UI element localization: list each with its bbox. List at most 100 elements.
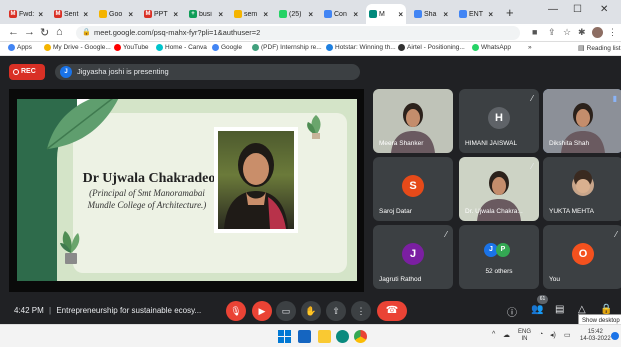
speaker-subtitle: (Principal of Smt Manoramabai Mundle Col… — [77, 188, 217, 211]
bookmark-label: Apps — [17, 44, 32, 51]
presentation-stage[interactable]: Dr Ujwala Chakradeo (Principal of Smt Ma… — [9, 89, 364, 292]
participant-tile[interactable]: ▮ Dikshita Shah — [543, 89, 621, 153]
participant-tile[interactable]: J P 52 others — [459, 225, 539, 289]
clock[interactable]: 15:42 14-03-2022 — [580, 329, 611, 343]
bookmark-item[interactable]: YouTube — [114, 44, 149, 51]
gmail-icon: M — [144, 10, 152, 18]
reload-icon[interactable]: ↻ — [40, 26, 49, 39]
browser-tab[interactable]: Con × — [321, 4, 361, 24]
present-button[interactable]: ⇧ — [326, 301, 346, 321]
participant-avatar: S — [402, 175, 424, 197]
wifi-icon[interactable]: ◔ — [539, 331, 543, 338]
close-tab-icon[interactable]: × — [83, 10, 91, 19]
browser-tab[interactable]: (25) × — [276, 4, 316, 24]
chat-icon[interactable]: ▤ — [555, 304, 564, 315]
tab-label: PPT — [154, 10, 168, 18]
edge-icon[interactable] — [336, 330, 349, 343]
gmail-icon: M — [9, 10, 17, 18]
browser-tab[interactable]: M Sent × — [51, 4, 91, 24]
close-window-icon[interactable]: ✕ — [600, 4, 608, 15]
maximize-icon[interactable]: ☐ — [573, 4, 582, 15]
menu-icon[interactable]: ⋮ — [608, 27, 617, 38]
language-indicator[interactable]: ENG IN — [518, 329, 531, 343]
participant-tile[interactable]: H ⁄ HIMANI JAISWAL — [459, 89, 539, 153]
participant-tile[interactable]: YUKTA MEHTA — [543, 157, 621, 221]
recording-badge[interactable]: REC — [9, 64, 45, 80]
close-tab-icon[interactable]: × — [128, 10, 136, 19]
participant-name: You — [549, 276, 560, 283]
close-tab-icon[interactable]: × — [38, 10, 46, 19]
bookmark-item[interactable]: Apps — [8, 44, 32, 51]
bookmark-item[interactable]: Airtel - Positioning... — [398, 44, 465, 51]
camera-indicator-icon[interactable]: ■ — [532, 27, 537, 37]
leave-call-button[interactable]: ☎ — [377, 301, 407, 321]
mic-toggle-button[interactable]: 🎙︎ — [226, 301, 246, 321]
new-tab-icon[interactable]: + — [506, 5, 514, 20]
participant-tile[interactable]: Meera Shanker — [373, 89, 453, 153]
browser-tab[interactable]: + busi × — [186, 4, 226, 24]
participant-name: YUKTA MEHTA — [549, 208, 594, 215]
participant-tile[interactable]: S Saroj Datar — [373, 157, 453, 221]
bookmark-item[interactable]: Google — [212, 44, 242, 51]
captions-button[interactable]: ▭ — [276, 301, 296, 321]
browser-tab[interactable]: M Fwd: × — [6, 4, 46, 24]
participant-name: Jagruti Rathod — [379, 276, 422, 283]
star-icon[interactable]: ☆ — [563, 27, 571, 38]
people-icon[interactable]: 👥 — [531, 304, 543, 315]
back-icon[interactable]: ← — [8, 26, 19, 38]
participant-tile[interactable]: ⁄ Dr. Ujwala Chakra... — [459, 157, 539, 221]
reading-list[interactable]: ▤ Reading list — [578, 44, 621, 53]
browser-tab[interactable]: M PPT × — [141, 4, 181, 24]
close-tab-icon[interactable]: × — [173, 10, 181, 19]
browser-tab[interactable]: M × — [366, 4, 406, 24]
chrome-taskbar-icon[interactable] — [354, 330, 367, 343]
close-tab-icon[interactable]: × — [488, 10, 496, 19]
bookmark-item[interactable]: Home - Canva — [156, 44, 207, 51]
browser-tab[interactable]: Goo × — [96, 4, 136, 24]
forward-icon[interactable]: → — [24, 26, 35, 38]
minimize-icon[interactable]: — — [548, 4, 558, 15]
participant-tile[interactable]: J ⁄ Jagruti Rathod — [373, 225, 453, 289]
bookmark-favicon-icon — [326, 44, 333, 51]
close-tab-icon[interactable]: × — [398, 10, 406, 19]
browser-tab[interactable]: Sha × — [411, 4, 451, 24]
tab-label: busi — [199, 10, 212, 18]
battery-icon[interactable]: ▭ — [564, 331, 571, 339]
cloud-icon[interactable]: ☁ — [503, 331, 510, 339]
share-icon[interactable]: ⇪ — [548, 27, 556, 38]
close-tab-icon[interactable]: × — [353, 10, 361, 19]
region-text: IN — [521, 336, 528, 342]
file-explorer-icon[interactable] — [318, 330, 331, 343]
volume-icon[interactable]: ◂) — [550, 331, 556, 339]
close-tab-icon[interactable]: × — [263, 10, 271, 19]
notification-icon[interactable] — [611, 332, 619, 340]
close-tab-icon[interactable]: × — [443, 10, 451, 19]
browser-tab[interactable]: ENT × — [456, 4, 496, 24]
meeting-name: Entrepreneurship for sustainable ecosy..… — [56, 306, 202, 315]
present-icon: ⇧ — [332, 306, 340, 316]
start-icon[interactable] — [278, 330, 291, 343]
taskview-icon[interactable] — [298, 330, 311, 343]
camera-toggle-button[interactable]: ▶ — [252, 301, 272, 321]
close-tab-icon[interactable]: × — [218, 10, 226, 19]
presenting-text: Jigyasha joshi is presenting — [77, 67, 169, 76]
home-icon[interactable]: ⌂ — [56, 26, 63, 38]
mic-off-icon: ⁄ — [615, 230, 617, 239]
extensions-icon[interactable]: ✱ — [578, 27, 586, 38]
bookmark-item[interactable]: WhatsApp — [472, 44, 511, 51]
participant-tile[interactable]: O ⁄ You — [543, 225, 621, 289]
more-options-button[interactable]: ⋮ — [351, 301, 371, 321]
raise-hand-button[interactable]: ✋ — [301, 301, 321, 321]
profile-avatar[interactable] — [592, 27, 603, 38]
bookmark-item[interactable]: Hotstar: Winning th... — [326, 44, 396, 51]
bookmark-item[interactable]: My Drive - Google... — [44, 44, 111, 51]
tray-chevron-icon[interactable]: ^ — [492, 331, 495, 338]
bookmark-item[interactable]: (PDF) Internship re... — [252, 44, 322, 51]
browser-tab[interactable]: sem × — [231, 4, 271, 24]
url-input[interactable]: 🔒 meet.google.com/psq-mahx-fyr?pli=1&aut… — [76, 26, 520, 40]
bookmarks-more-icon[interactable]: » — [528, 44, 532, 51]
meeting-details-icon[interactable]: ⓘ — [507, 304, 517, 319]
close-tab-icon[interactable]: × — [308, 10, 316, 19]
participant-avatar: O — [572, 243, 594, 265]
participant-name: 52 others — [485, 268, 513, 275]
